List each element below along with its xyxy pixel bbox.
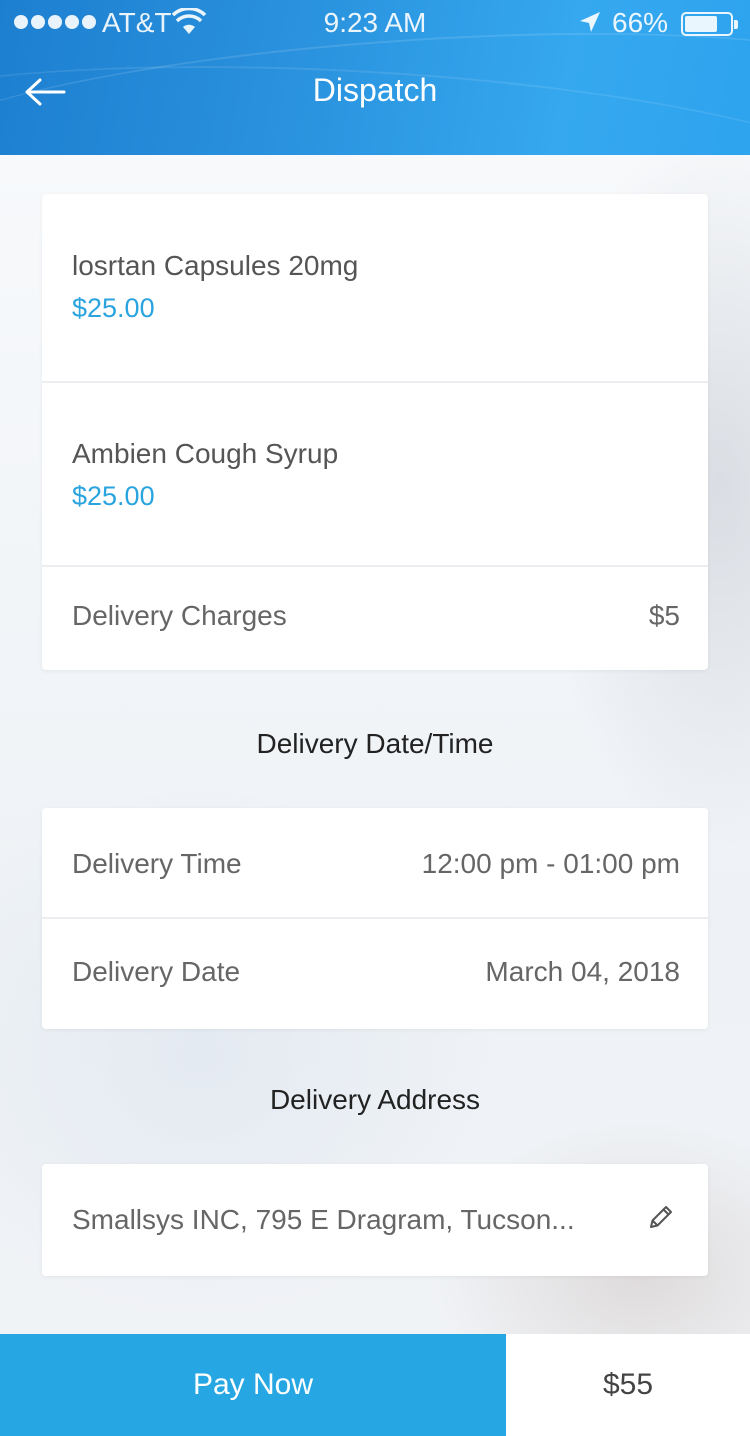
pencil-icon[interactable]	[646, 1202, 676, 1232]
delivery-charges-value: $5	[648, 600, 680, 631]
delivery-address-text: Smallsys INC, 795 E Dragram, Tucson...	[72, 1204, 575, 1235]
back-arrow-icon[interactable]	[22, 70, 70, 114]
list-item[interactable]: Ambien Cough Syrup $25.00	[42, 383, 708, 565]
battery-percent: 66%	[612, 7, 669, 38]
item-price: $25.00	[72, 293, 155, 323]
page-title: Dispatch	[312, 72, 438, 108]
delivery-datetime-card: Delivery Time 12:00 pm - 01:00 pm Delive…	[42, 808, 708, 1029]
item-name: losrtan Capsules 20mg	[72, 250, 359, 281]
battery-icon	[681, 12, 738, 36]
header: AT&T 9:23 AM 66% Dispatch	[0, 0, 750, 155]
delivery-date-row[interactable]: Delivery Date March 04, 2018	[42, 919, 708, 1029]
order-items-card: losrtan Capsules 20mg $25.00 Ambien Coug…	[42, 194, 708, 670]
pay-now-button[interactable]: Pay Now	[0, 1334, 506, 1436]
item-name: Ambien Cough Syrup	[72, 438, 339, 469]
order-total: $55	[506, 1334, 750, 1436]
delivery-charges-row: Delivery Charges $5	[42, 567, 708, 670]
delivery-address-card[interactable]: Smallsys INC, 795 E Dragram, Tucson...	[42, 1164, 708, 1276]
delivery-datetime-heading: Delivery Date/Time	[256, 728, 494, 759]
delivery-time-label: Delivery Time	[72, 848, 242, 879]
delivery-charges-label: Delivery Charges	[72, 600, 287, 631]
delivery-date-value: March 04, 2018	[485, 956, 680, 987]
delivery-time-row[interactable]: Delivery Time 12:00 pm - 01:00 pm	[42, 808, 708, 917]
delivery-address-heading: Delivery Address	[269, 1084, 481, 1115]
delivery-time-value: 12:00 pm - 01:00 pm	[421, 848, 680, 879]
item-price: $25.00	[72, 481, 155, 511]
status-bar: AT&T 9:23 AM 66%	[0, 0, 750, 46]
delivery-date-label: Delivery Date	[72, 956, 241, 987]
list-item[interactable]: losrtan Capsules 20mg $25.00	[42, 194, 708, 381]
location-arrow-icon	[580, 12, 600, 32]
